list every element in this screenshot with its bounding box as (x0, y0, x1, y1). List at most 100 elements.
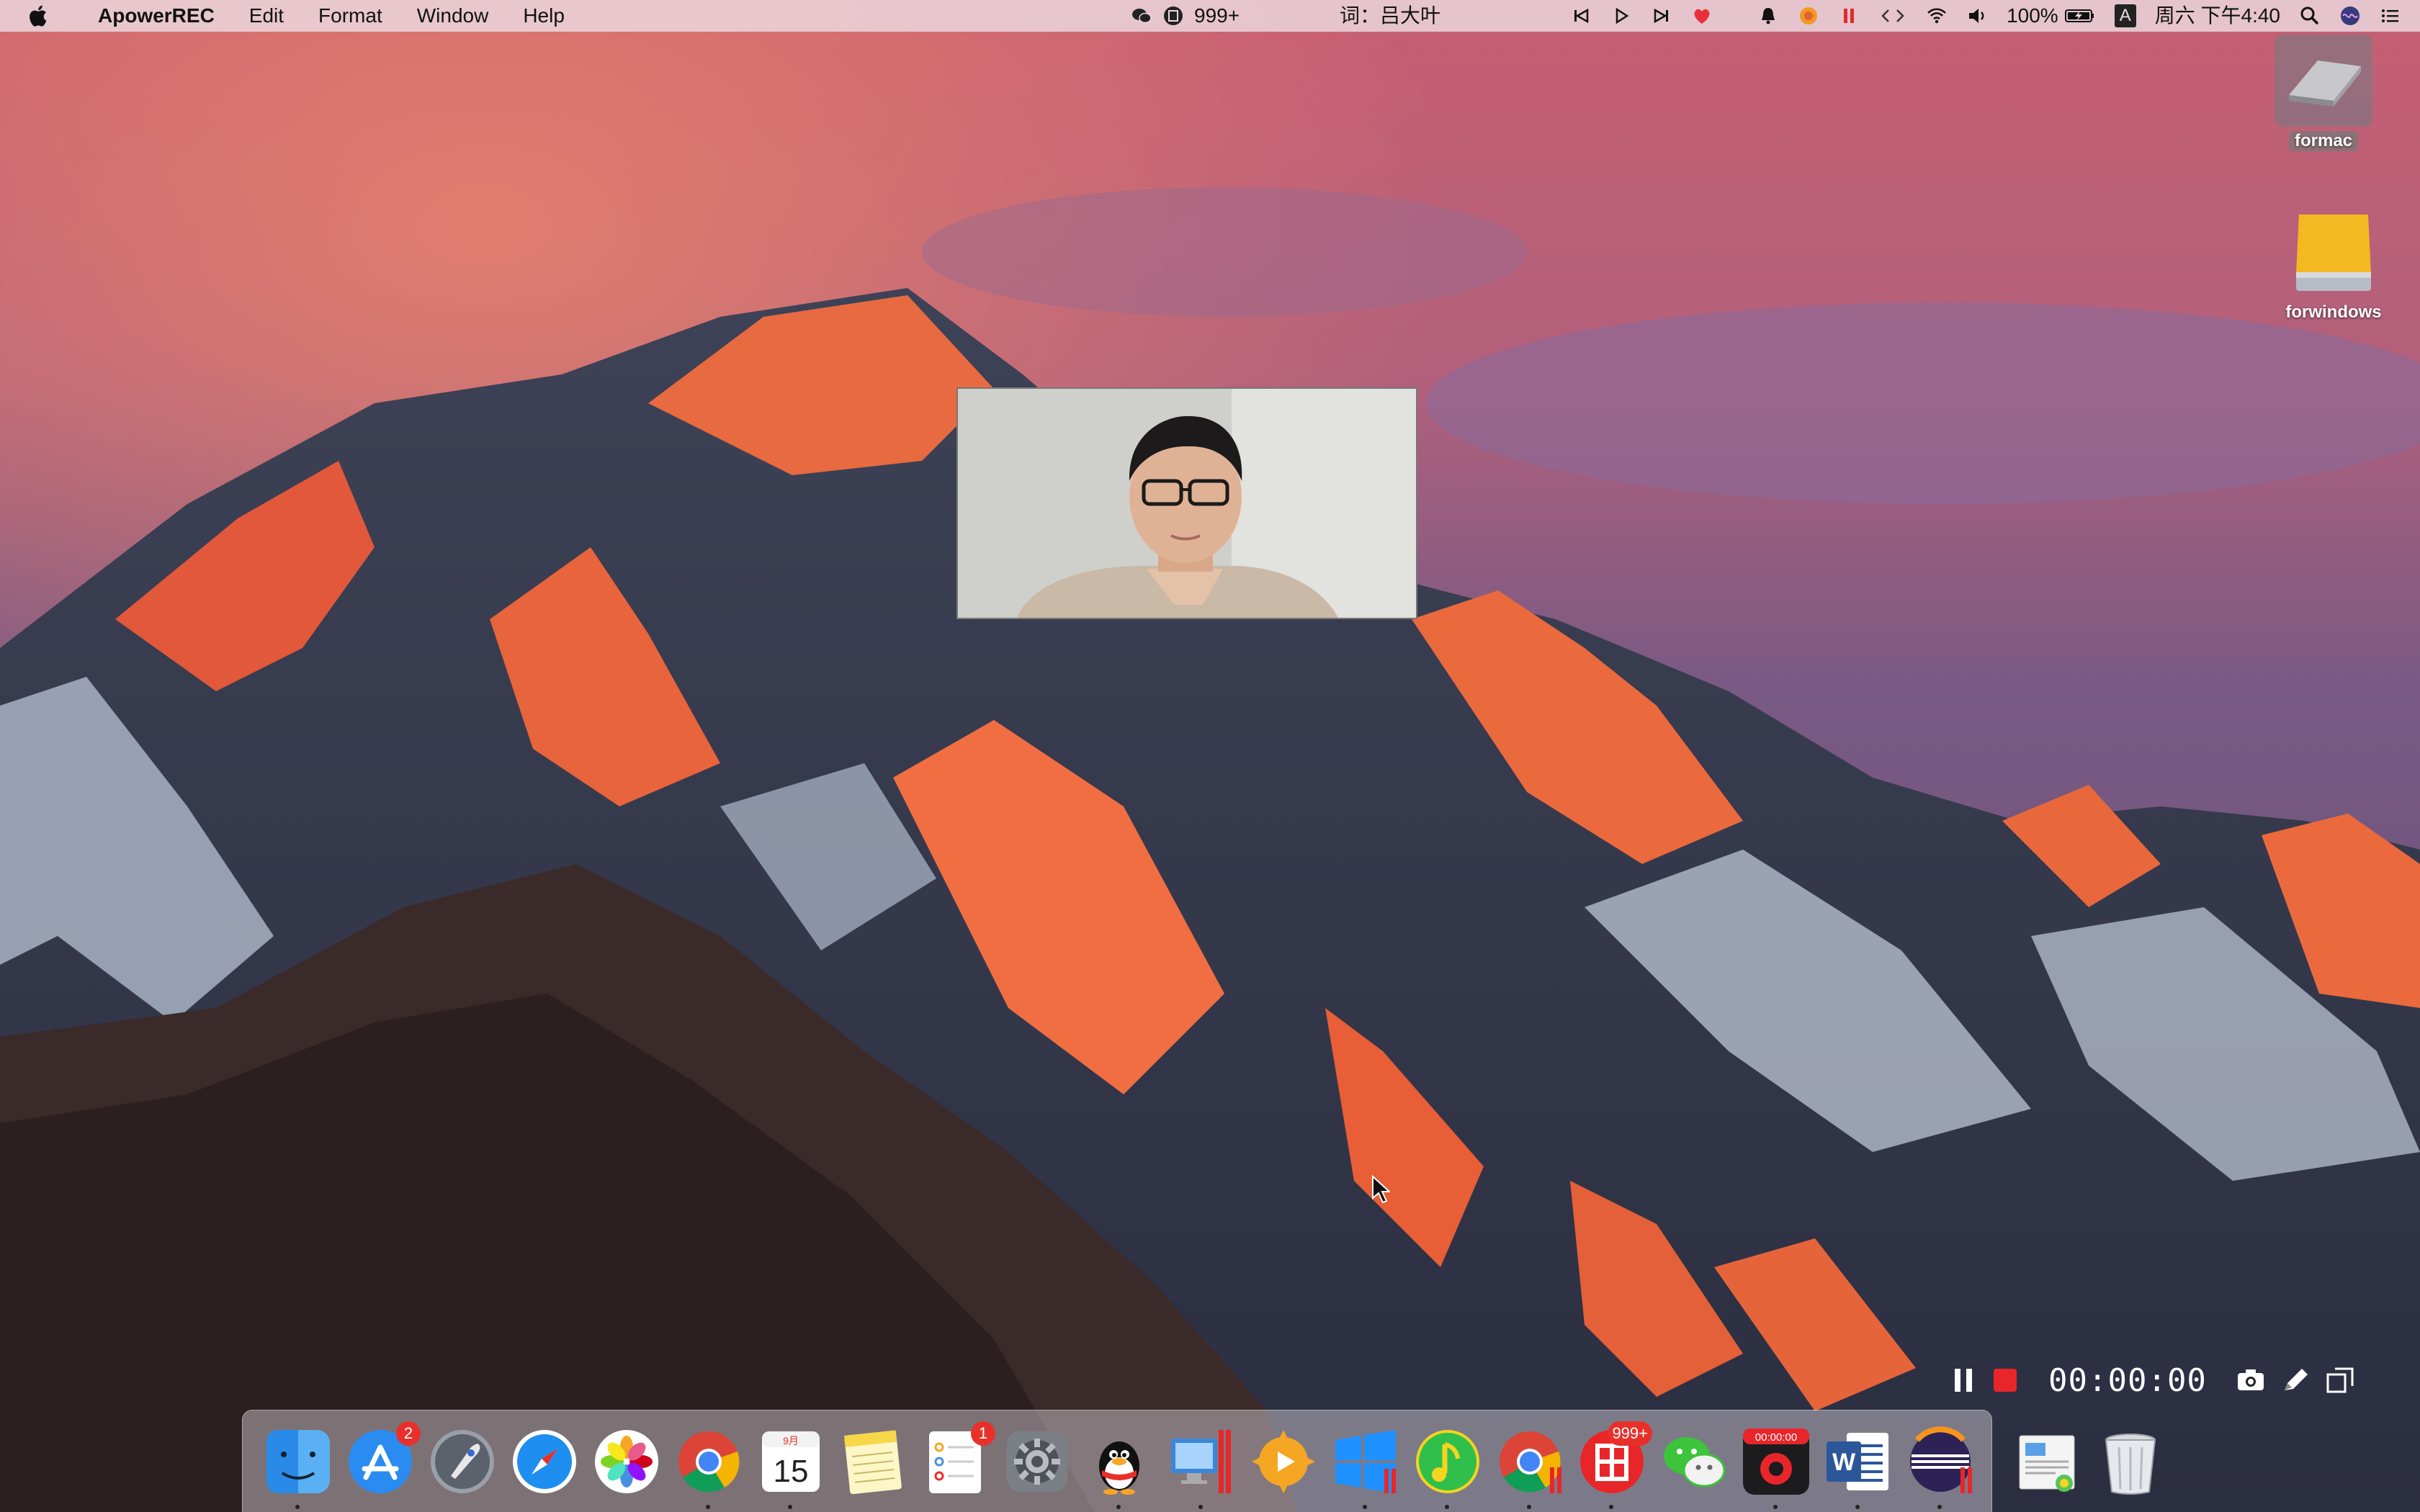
dock-notes[interactable] (837, 1426, 909, 1498)
dock-word[interactable]: W (1822, 1426, 1894, 1509)
running-indicator (1363, 1504, 1367, 1509)
recording-timer: 00:00:00 (2048, 1362, 2207, 1399)
document-stack-icon (2019, 1435, 2075, 1492)
dock-downloads-stack[interactable] (2012, 1426, 2084, 1498)
heart-icon[interactable] (1691, 5, 1713, 27)
music-note-icon (1416, 1429, 1479, 1493)
annotate-pen-icon[interactable] (2280, 1366, 2311, 1395)
menubar-extras-center: 999+ (1131, 0, 1240, 32)
battery-charging-icon[interactable] (2064, 5, 2096, 27)
help-menu[interactable]: Help (506, 0, 582, 32)
toutiao-icon[interactable] (1162, 5, 1184, 27)
windows-logo-icon (1335, 1429, 1396, 1493)
dock-chrome[interactable] (673, 1426, 745, 1509)
notification-counter[interactable]: 999+ (1194, 0, 1240, 32)
pause-recording-icon[interactable] (1952, 1366, 1976, 1395)
desktop-icon-label: formac (2288, 131, 2359, 151)
dock-rec-timer: 00:00:00 (1755, 1431, 1797, 1444)
dock-windows[interactable] (1330, 1426, 1402, 1509)
dock-qq-music[interactable] (1412, 1426, 1484, 1509)
launchpad-rocket-icon (431, 1429, 494, 1493)
chrome-icon (678, 1431, 740, 1492)
play-icon[interactable] (1610, 5, 1632, 27)
dock-app-store[interactable]: 2 (344, 1421, 421, 1498)
wifi-icon[interactable] (1926, 5, 1948, 27)
desktop-icon-forwindows[interactable]: forwindows (2262, 209, 2406, 323)
format-menu[interactable]: Format (301, 0, 400, 32)
recording-toolbar: 00:00:00 (1952, 1355, 2384, 1405)
running-indicator (1116, 1504, 1121, 1509)
desktop-icon-label: forwindows (2285, 302, 2382, 322)
dock-calendar[interactable]: 9月 15 (755, 1426, 827, 1509)
dock-launchpad[interactable] (426, 1426, 498, 1498)
expand-window-icon[interactable] (2325, 1366, 2355, 1395)
webcam-preview-window[interactable] (956, 387, 1417, 619)
battery-percentage: 100% (2007, 4, 2058, 27)
dock-photos[interactable] (591, 1426, 663, 1498)
stop-recording-icon[interactable] (1991, 1366, 2020, 1395)
edit-menu[interactable]: Edit (232, 0, 301, 32)
running-indicator (1609, 1504, 1613, 1509)
apple-menu-icon[interactable] (26, 3, 52, 29)
notification-badge: 999+ (1608, 1421, 1652, 1446)
mouse-cursor-icon (1372, 1175, 1390, 1204)
desktop-wallpaper (0, 0, 2420, 1512)
dock-media-player[interactable] (1247, 1426, 1319, 1498)
photos-flower-icon (595, 1429, 658, 1493)
app-menu[interactable]: ApowerREC (81, 0, 232, 32)
next-track-icon[interactable] (1651, 5, 1672, 27)
dock-qq[interactable] (1083, 1426, 1155, 1509)
notification-badge: 2 (396, 1421, 421, 1446)
notes-icon (844, 1429, 902, 1494)
volume-icon[interactable] (1966, 5, 1988, 27)
external-drive-icon (2296, 215, 2371, 291)
media-player-icon (1252, 1429, 1315, 1493)
running-indicator (1937, 1504, 1942, 1509)
spotlight-search-icon[interactable] (2299, 5, 2321, 27)
dock: 2 9月 15 1 999+ 00:00:00 W (242, 1410, 2156, 1512)
chrome-icon (1500, 1431, 1561, 1493)
word-letter: W (1832, 1449, 1856, 1476)
orange-status-icon[interactable] (1798, 5, 1819, 27)
desktop-icon-formac[interactable]: formac (2251, 35, 2396, 151)
running-indicator (1773, 1504, 1778, 1509)
running-indicator (1855, 1504, 1860, 1509)
recording-pause-icon[interactable] (1838, 5, 1860, 27)
dock-reminders[interactable]: 1 (919, 1421, 995, 1498)
webcam-person-image (958, 389, 1416, 618)
menubar-clock[interactable]: 周六 下午4:40 (2155, 0, 2280, 32)
screenshot-camera-icon[interactable] (2236, 1366, 2266, 1395)
menu-bar: ApowerREC Edit Format Window Help 999+ 词… (0, 0, 2420, 32)
running-indicator (295, 1504, 300, 1509)
qq-bell-icon[interactable] (1757, 5, 1779, 27)
dock-trash[interactable] (2094, 1426, 2166, 1498)
calendar-day: 15 (774, 1454, 809, 1489)
settings-gear-icon (1007, 1431, 1067, 1492)
dock-eclipse[interactable] (1904, 1426, 1976, 1509)
running-indicator (788, 1504, 792, 1509)
lyric-display: 词：吕大叶 (1340, 4, 1441, 27)
previous-track-icon[interactable] (1570, 5, 1592, 27)
siri-icon[interactable] (2339, 5, 2361, 27)
dock-safari[interactable] (508, 1426, 581, 1498)
dock-system-preferences[interactable] (1001, 1426, 1073, 1498)
code-icon[interactable] (1878, 5, 1907, 27)
dock-wechat[interactable] (1658, 1426, 1730, 1498)
window-menu[interactable]: Window (400, 0, 506, 32)
trash-icon (2105, 1433, 2156, 1495)
qq-penguin-icon (1099, 1441, 1139, 1495)
input-method-indicator[interactable]: A (2114, 4, 2136, 27)
eclipse-icon (1910, 1426, 1972, 1493)
dock-chrome-secondary[interactable] (1494, 1426, 1566, 1509)
running-indicator (1198, 1504, 1203, 1509)
dock-finder[interactable] (262, 1426, 334, 1509)
running-indicator (706, 1504, 710, 1509)
wechat-icon[interactable] (1131, 5, 1152, 27)
screen-recorder-icon: 00:00:00 (1743, 1428, 1809, 1495)
notification-center-icon[interactable] (2380, 5, 2401, 27)
menubar-status-area: 100% A 周六 下午4:40 (1570, 0, 2401, 32)
word-doc-icon: W (1827, 1432, 1888, 1490)
dock-toutiao[interactable]: 999+ (1576, 1421, 1652, 1509)
dock-apowerrec[interactable]: 00:00:00 (1740, 1426, 1812, 1509)
dock-virtual-machine[interactable] (1165, 1426, 1237, 1509)
